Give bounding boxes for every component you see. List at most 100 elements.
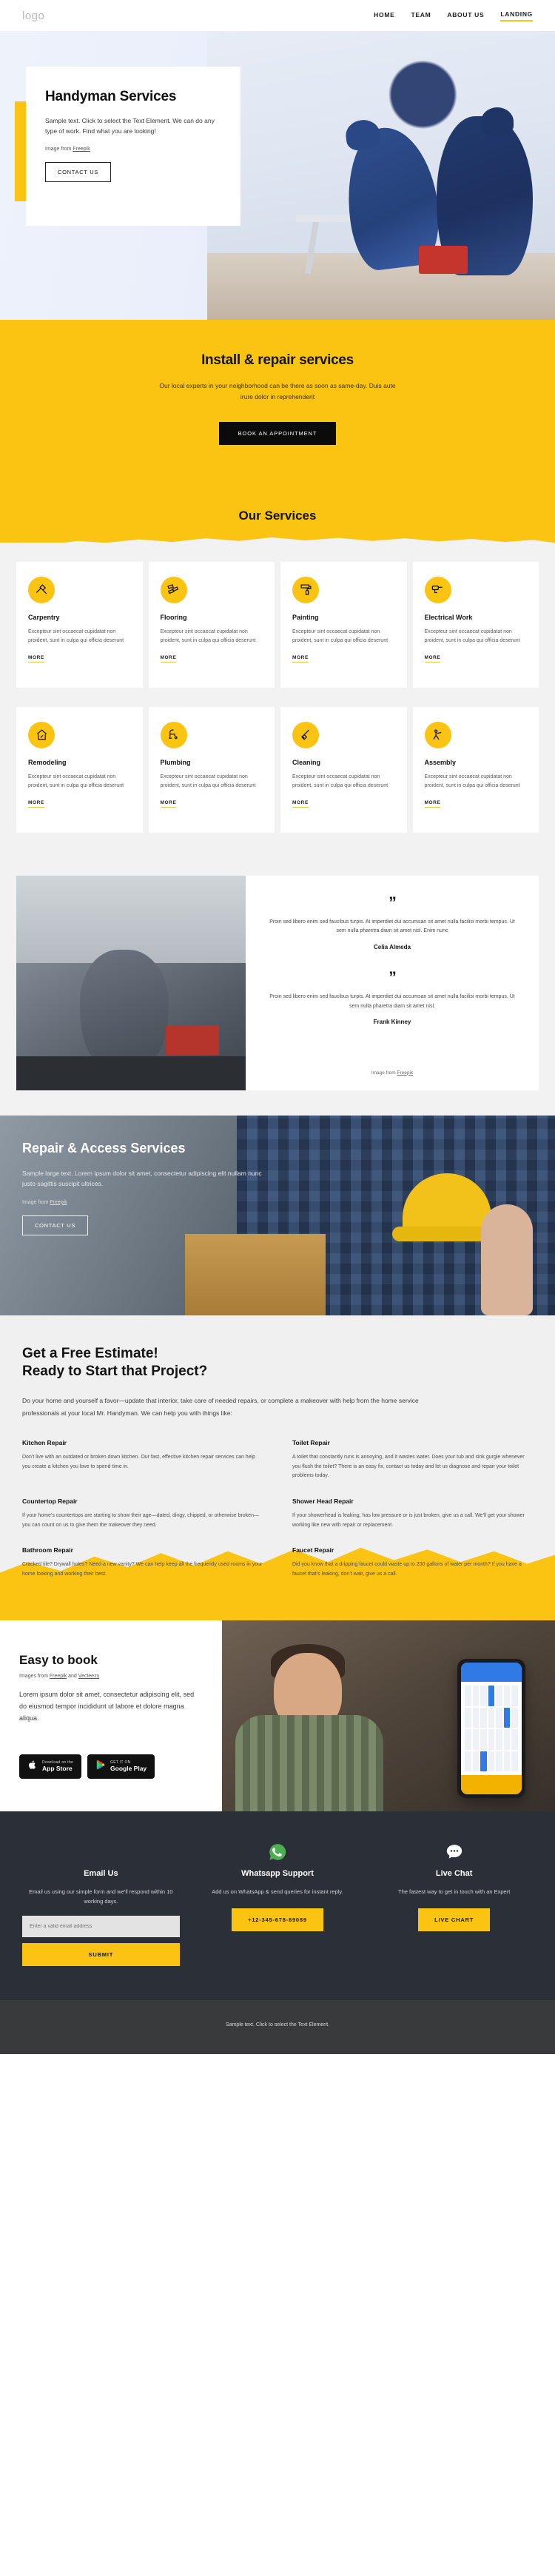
site-logo[interactable]: logo (22, 10, 44, 22)
live-chat-button[interactable]: LIVE CHART (418, 1908, 491, 1932)
service-more-link[interactable]: MORE (160, 800, 177, 808)
hero-text-card: Handyman Services Sample text. Click to … (26, 67, 240, 226)
app-store-button[interactable]: Download on the App Store (19, 1754, 82, 1779)
testimonial-author: Frank Kinney (373, 1019, 411, 1026)
calendar-cell (480, 1707, 487, 1728)
service-card[interactable]: Flooring Excepteur sint occaecat cupidat… (148, 561, 275, 688)
calendar-cell (480, 1729, 487, 1750)
service-card-title: Electrical Work (424, 613, 473, 621)
calendar-cell (503, 1707, 511, 1728)
estimate-item: Shower Head Repair If your showerhead is… (292, 1497, 533, 1530)
service-card[interactable]: Painting Excepteur sint occaecat cupidat… (280, 561, 407, 688)
quote-icon: ” (388, 968, 397, 986)
whatsapp-title: Whatsapp Support (241, 1868, 314, 1878)
testimonial-photo (16, 875, 246, 1090)
phone-app-footer (461, 1775, 522, 1795)
tool-tray-graphic (16, 1056, 246, 1090)
calendar-cell (472, 1751, 480, 1772)
service-card[interactable]: Cleaning Excepteur sint occaecat cupidat… (280, 706, 407, 833)
booking-credit-link-freepik[interactable]: Freepik (50, 1674, 67, 1679)
estimate-item-title: Kitchen Repair (22, 1439, 67, 1447)
footer-section: Email Us Email us using our simple form … (0, 1811, 555, 2000)
testimonial-text: Proin sed libero enim sed faucibus turpi… (269, 993, 515, 1009)
copyright-bar: Sample text. Click to select the Text El… (0, 1999, 555, 2054)
access-credit-prefix: Image from (22, 1199, 50, 1205)
services-card-grid-row-2: Remodeling Excepteur sint occaecat cupid… (0, 688, 555, 833)
service-card-title: Carpentry (28, 613, 60, 621)
calendar-cell (465, 1707, 471, 1728)
calendar-cell (503, 1686, 511, 1706)
calendar-cell (472, 1686, 480, 1706)
calendar-cell (488, 1751, 495, 1772)
top-navigation-bar: logo HOME TEAM ABOUT US LANDING (0, 0, 555, 31)
quote-icon: ” (388, 893, 397, 911)
service-card-body: Excepteur sint occaecat cupidatat non pr… (28, 774, 124, 788)
email-us-title: Email Us (84, 1868, 118, 1878)
faucet-icon (160, 721, 187, 748)
live-chat-title: Live Chat (435, 1868, 473, 1878)
service-more-link[interactable]: MORE (28, 800, 44, 808)
estimate-items-grid: Kitchen Repair Don’t live with an outdat… (22, 1439, 533, 1620)
service-more-link[interactable]: MORE (424, 655, 441, 663)
estimate-section: Get a Free Estimate! Ready to Start that… (0, 1315, 555, 1621)
live-chat-text: The fastest way to get in touch with an … (397, 1888, 511, 1895)
google-play-button[interactable]: GET IT ON Google Play (87, 1754, 155, 1779)
service-more-link[interactable]: MORE (292, 800, 309, 808)
service-card-body: Excepteur sint occaecat cupidatat non pr… (292, 628, 388, 643)
hero-title: Handyman Services (45, 89, 177, 104)
service-more-link[interactable]: MORE (424, 800, 441, 808)
service-card-title: Painting (292, 613, 319, 621)
hero-credit-link[interactable]: Freepik (73, 147, 90, 152)
nav-link-team[interactable]: TEAM (411, 11, 431, 21)
hero-contact-us-button[interactable]: CONTACT US (45, 162, 112, 183)
nav-link-about-us[interactable]: ABOUT US (447, 11, 484, 21)
testimonials-section: ” Proin sed libero enim sed faucibus tur… (0, 862, 555, 1116)
service-card-title: Cleaning (292, 758, 321, 766)
testimonial-author: Celia Almeda (374, 943, 411, 950)
service-card[interactable]: Assembly Excepteur sint occaecat cupidat… (412, 706, 539, 833)
testimonial-credit-link[interactable]: Freepik (397, 1070, 414, 1076)
house-repair-icon (28, 721, 55, 748)
service-card[interactable]: Electrical Work Excepteur sint occaecat … (412, 561, 539, 688)
nav-link-landing[interactable]: LANDING (500, 10, 533, 21)
service-card-body: Excepteur sint occaecat cupidatat non pr… (292, 774, 388, 788)
access-contact-us-button[interactable]: CONTACT US (22, 1215, 89, 1235)
calendar-cell (511, 1729, 518, 1750)
service-card-title: Assembly (424, 758, 457, 766)
hero-subtitle: Sample text. Click to select the Text El… (45, 117, 215, 135)
service-more-link[interactable]: MORE (160, 655, 177, 663)
footer-whatsapp-column: Whatsapp Support Add us on WhatsApp & se… (199, 1839, 357, 1966)
booking-credit-link-vecteezy[interactable]: Vecteezy (78, 1674, 99, 1679)
estimate-item: Toilet Repair A toilet that constantly r… (292, 1439, 533, 1481)
install-repair-band: Install & repair services Our local expe… (0, 320, 555, 483)
service-card[interactable]: Plumbing Excepteur sint occaecat cupidat… (148, 706, 275, 833)
service-more-link[interactable]: MORE (292, 655, 309, 663)
phone-app-header (461, 1663, 522, 1683)
service-card[interactable]: Remodeling Excepteur sint occaecat cupid… (16, 706, 143, 833)
service-card-body: Excepteur sint occaecat cupidatat non pr… (424, 628, 520, 643)
estimate-item-text: If your home’s countertops are starting … (22, 1512, 259, 1528)
service-card[interactable]: Carpentry Excepteur sint occaecat cupida… (16, 561, 143, 688)
service-more-link[interactable]: MORE (28, 655, 44, 663)
phone-mockup (457, 1659, 525, 1799)
service-card-body: Excepteur sint occaecat cupidatat non pr… (160, 628, 256, 643)
calendar-cell (503, 1751, 511, 1772)
app-store-badges: Download on the App Store GET IT ON Goog… (19, 1754, 203, 1779)
calendar-cell (465, 1751, 471, 1772)
calendar-cell (503, 1729, 511, 1750)
repair-access-section: Repair & Access Services Sample large te… (0, 1115, 555, 1315)
google-play-big-label: Google Play (110, 1764, 147, 1772)
estimate-item-text: A toilet that constantly runs is annoyin… (292, 1455, 525, 1479)
whatsapp-phone-button[interactable]: +12-345-678-89089 (232, 1908, 323, 1932)
service-card-body: Excepteur sint occaecat cupidatat non pr… (28, 628, 124, 643)
nav-link-home[interactable]: HOME (374, 11, 394, 21)
services-heading: Our Services (238, 508, 317, 523)
worker-arm-graphic (481, 1204, 533, 1315)
access-credit-link[interactable]: Freepik (50, 1200, 67, 1205)
book-appointment-button[interactable]: BOOK AN APPOINTMENT (218, 421, 337, 445)
booking-credit-prefix: Images from (19, 1674, 50, 1680)
calendar-cell (511, 1686, 518, 1706)
email-input[interactable] (22, 1915, 180, 1937)
submit-button[interactable]: SUBMIT (22, 1942, 180, 1966)
whatsapp-icon (199, 1839, 357, 1865)
